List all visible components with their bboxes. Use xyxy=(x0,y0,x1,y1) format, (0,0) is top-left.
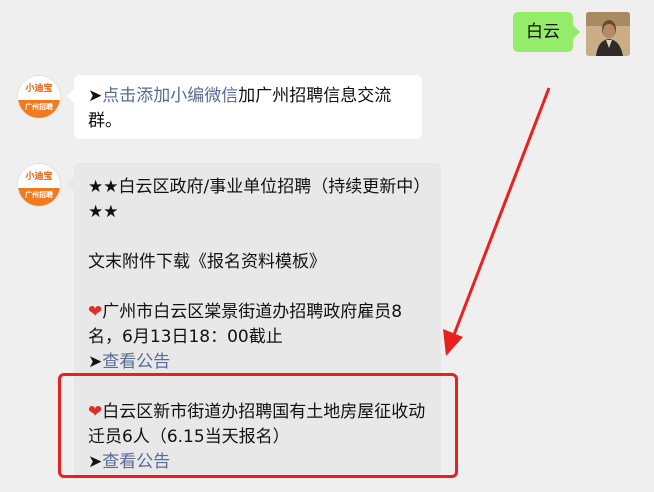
annotation-arrow-icon xyxy=(443,87,551,356)
chat-window: 白云 小迪宝 广州招聘 ➤点击添加小编微信加广州招聘信息交流群。 小迪宝 广州招… xyxy=(0,0,654,492)
